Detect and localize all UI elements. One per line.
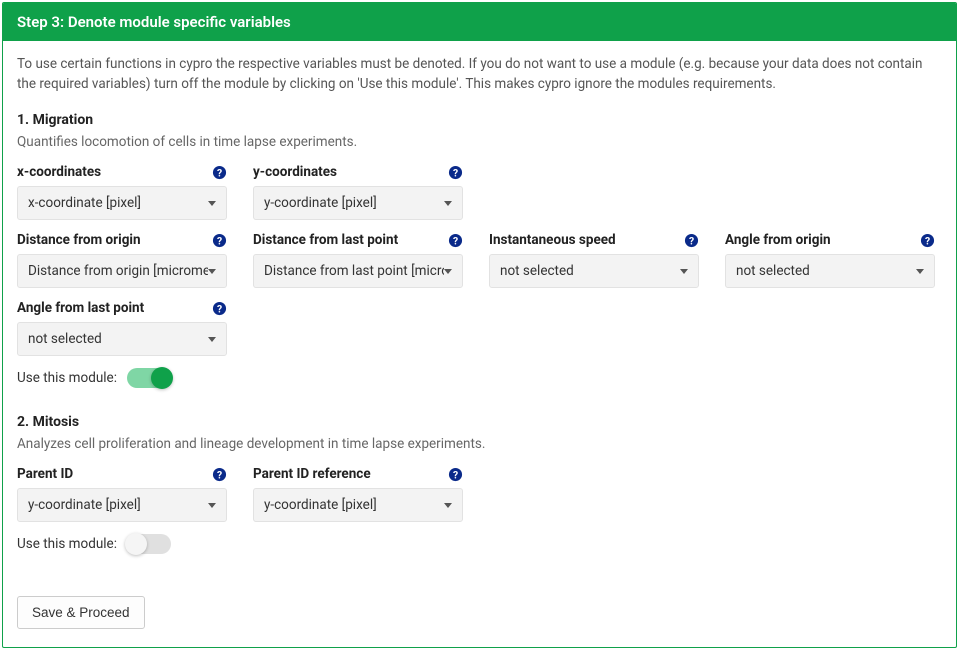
- select-xcoord-value: x-coordinate [pixel]: [28, 195, 208, 211]
- select-angle-last[interactable]: not selected: [17, 322, 227, 356]
- module1-use-toggle[interactable]: [127, 368, 171, 388]
- module2-use-label: Use this module:: [17, 536, 117, 552]
- field-ycoord-label: y-coordinates: [253, 164, 337, 180]
- caret-down-icon: [444, 503, 452, 508]
- module2-desc: Analyzes cell proliferation and lineage …: [17, 436, 942, 452]
- panel-body: To use certain functions in cypro the re…: [3, 41, 956, 647]
- field-dist-origin-label: Distance from origin: [17, 232, 141, 248]
- svg-text:?: ?: [924, 234, 929, 247]
- select-angle-last-value: not selected: [28, 331, 208, 347]
- select-parent-id-value: y-coordinate [pixel]: [28, 497, 208, 513]
- module2-use-toggle[interactable]: [127, 534, 171, 554]
- svg-text:?: ?: [216, 468, 221, 481]
- toggle-knob: [151, 367, 173, 389]
- select-inst-speed[interactable]: not selected: [489, 254, 699, 288]
- help-icon[interactable]: ?: [683, 232, 699, 248]
- field-angle-last: Angle from last point ? not selected: [17, 300, 227, 356]
- help-icon[interactable]: ?: [211, 164, 227, 180]
- module2-title: 2. Mitosis: [17, 414, 942, 430]
- field-angle-origin-label: Angle from origin: [725, 232, 831, 248]
- field-xcoord-label: x-coordinates: [17, 164, 101, 180]
- caret-down-icon: [444, 269, 452, 274]
- select-parent-id-ref[interactable]: y-coordinate [pixel]: [253, 488, 463, 522]
- select-dist-last-value: Distance from last point [micrometer]: [264, 263, 444, 279]
- select-xcoord[interactable]: x-coordinate [pixel]: [17, 186, 227, 220]
- help-icon[interactable]: ?: [211, 300, 227, 316]
- module1-desc: Quantifies locomotion of cells in time l…: [17, 134, 942, 150]
- help-icon[interactable]: ?: [447, 466, 463, 482]
- caret-down-icon: [208, 503, 216, 508]
- select-parent-id[interactable]: y-coordinate [pixel]: [17, 488, 227, 522]
- module1-use-label: Use this module:: [17, 370, 117, 386]
- svg-text:?: ?: [216, 302, 221, 315]
- save-proceed-button[interactable]: Save & Proceed: [17, 596, 145, 629]
- svg-text:?: ?: [216, 166, 221, 179]
- select-ycoord[interactable]: y-coordinate [pixel]: [253, 186, 463, 220]
- module2-fields-row1: Parent ID ? y-coordinate [pixel] Parent …: [17, 466, 942, 522]
- field-ycoord: y-coordinates ? y-coordinate [pixel]: [253, 164, 463, 220]
- select-angle-origin-value: not selected: [736, 263, 916, 279]
- help-icon[interactable]: ?: [211, 232, 227, 248]
- caret-down-icon: [916, 269, 924, 274]
- panel-header: Step 3: Denote module specific variables: [3, 3, 956, 41]
- select-inst-speed-value: not selected: [500, 263, 680, 279]
- toggle-knob: [125, 533, 147, 555]
- help-icon[interactable]: ?: [919, 232, 935, 248]
- field-angle-origin: Angle from origin ? not selected: [725, 232, 935, 288]
- field-xcoord: x-coordinates ? x-coordinate [pixel]: [17, 164, 227, 220]
- select-dist-last[interactable]: Distance from last point [micrometer]: [253, 254, 463, 288]
- caret-down-icon: [680, 269, 688, 274]
- field-parent-id-ref-label: Parent ID reference: [253, 466, 371, 482]
- module1-fields-row3: Angle from last point ? not selected: [17, 300, 942, 356]
- select-dist-origin-value: Distance from origin [micrometer]: [28, 263, 208, 279]
- field-dist-last: Distance from last point ? Distance from…: [253, 232, 463, 288]
- module1-fields-row1: x-coordinates ? x-coordinate [pixel] y-c…: [17, 164, 942, 220]
- field-parent-id: Parent ID ? y-coordinate [pixel]: [17, 466, 227, 522]
- caret-down-icon: [208, 201, 216, 206]
- field-dist-origin: Distance from origin ? Distance from ori…: [17, 232, 227, 288]
- help-icon[interactable]: ?: [211, 466, 227, 482]
- module1-title: 1. Migration: [17, 112, 942, 128]
- select-angle-origin[interactable]: not selected: [725, 254, 935, 288]
- select-ycoord-value: y-coordinate [pixel]: [264, 195, 444, 211]
- field-dist-last-label: Distance from last point: [253, 232, 398, 248]
- field-inst-speed-label: Instantaneous speed: [489, 232, 616, 248]
- svg-text:?: ?: [452, 166, 457, 179]
- step-panel: Step 3: Denote module specific variables…: [2, 2, 957, 648]
- module1-toggle-row: Use this module:: [17, 368, 942, 388]
- help-icon[interactable]: ?: [447, 164, 463, 180]
- svg-text:?: ?: [688, 234, 693, 247]
- field-angle-last-label: Angle from last point: [17, 300, 144, 316]
- field-parent-id-label: Parent ID: [17, 466, 73, 482]
- caret-down-icon: [208, 269, 216, 274]
- caret-down-icon: [444, 201, 452, 206]
- svg-text:?: ?: [452, 234, 457, 247]
- select-dist-origin[interactable]: Distance from origin [micrometer]: [17, 254, 227, 288]
- select-parent-id-ref-value: y-coordinate [pixel]: [264, 497, 444, 513]
- svg-text:?: ?: [452, 468, 457, 481]
- help-icon[interactable]: ?: [447, 232, 463, 248]
- module2-toggle-row: Use this module:: [17, 534, 942, 554]
- field-parent-id-ref: Parent ID reference ? y-coordinate [pixe…: [253, 466, 463, 522]
- svg-text:?: ?: [216, 234, 221, 247]
- field-inst-speed: Instantaneous speed ? not selected: [489, 232, 699, 288]
- module1-fields-row2: Distance from origin ? Distance from ori…: [17, 232, 942, 288]
- caret-down-icon: [208, 337, 216, 342]
- intro-text: To use certain functions in cypro the re…: [17, 55, 942, 94]
- panel-title: Step 3: Denote module specific variables: [17, 13, 291, 31]
